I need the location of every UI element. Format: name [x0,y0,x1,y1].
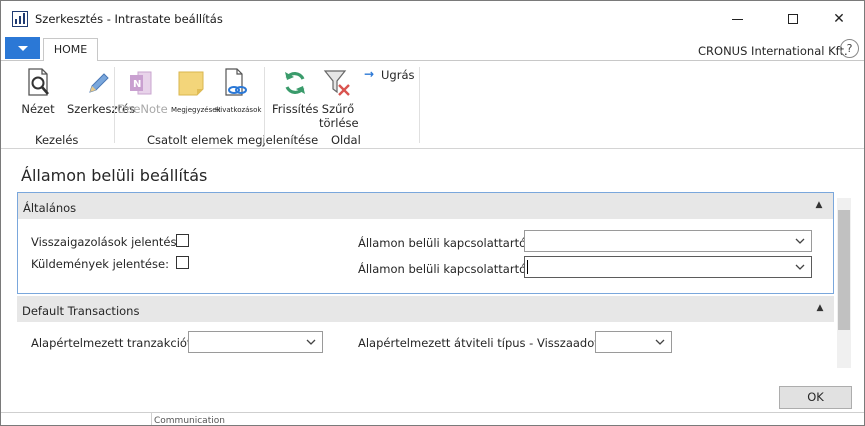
text-cursor [527,260,528,274]
sticky-note-icon [178,71,204,96]
goto-button[interactable]: → Ugrás [364,67,416,84]
confirmations-report-checkbox[interactable] [176,234,189,247]
shipments-report-label: Küldemények jelentése: [31,257,169,271]
confirmations-report-label: Visszaigazolások jelentése: [31,235,188,249]
refresh-icon [285,72,305,94]
help-icon[interactable]: ? [840,39,859,58]
vertical-scrollbar[interactable] [837,198,851,368]
collapse-up-icon[interactable]: ▲ [813,199,825,211]
ok-button[interactable]: OK [779,386,852,409]
close-button[interactable]: ✕ [816,5,862,33]
svg-text:N: N [133,79,141,90]
view-button-label: Nézet [21,102,55,116]
chevron-down-icon [795,238,805,244]
onenote-button-label: OneNote [117,102,168,116]
pencil-icon [89,73,109,93]
group-separator [419,67,420,143]
ribbon-tab-row: HOME CRONUS International Kft. ? [1,35,864,62]
collapse-up-icon[interactable]: ▲ [814,302,826,314]
title-bar: Szerkesztés - Intrastate beállítás ✕ [1,1,864,35]
fasttab-general-title: Általános [23,201,77,215]
dialog-window: Szerkesztés - Intrastate beállítás ✕ HOM… [0,0,865,426]
maximize-icon [788,14,798,24]
group-label-csatolt: Csatolt elemek megjelenítése [147,133,319,147]
background-communication-text: Communication [154,416,225,426]
tab-home[interactable]: HOME [43,38,98,62]
clear-filter-label-line2: törlése [319,116,359,130]
group-separator [264,67,265,143]
link-document-icon [225,68,247,96]
view-magnifier-icon [28,68,49,96]
links-button[interactable]: Hivatkozások [215,63,262,123]
links-button-label: Hivatkozások [215,106,262,114]
scrollbar-thumb[interactable] [838,210,850,330]
refresh-button[interactable]: Frissítés [272,63,318,123]
maximize-button[interactable] [770,5,816,33]
page-title: Államon belüli beállítás [21,166,208,185]
notes-button-label: Megjegyzések [171,106,221,114]
company-name[interactable]: CRONUS International Kft. [698,44,848,58]
page-content: Államon belüli beállítás Általános ▲ Vis… [1,150,864,426]
notes-button[interactable]: Megjegyzések [171,63,221,123]
fasttab-default-transactions-title: Default Transactions [22,304,140,318]
default-transport-type-dropdown[interactable] [595,331,672,353]
clear-filter-label: Szűrő törlése [319,102,359,130]
clear-filter-icon [323,70,350,96]
onenote-button[interactable]: N OneNote [117,63,168,123]
clear-filter-button[interactable]: Szűrő törlése [319,63,359,133]
minimize-button[interactable] [715,5,761,33]
close-icon: ✕ [833,11,845,27]
chevron-down-icon [795,264,805,270]
contact-type-dropdown[interactable] [524,230,812,252]
shipments-report-checkbox[interactable] [176,256,189,269]
refresh-button-label: Frissítés [272,102,319,116]
group-separator [114,67,115,143]
fasttab-default-transactions-header[interactable]: Default Transactions ▲ [17,296,834,322]
group-label-oldal: Oldal [331,133,361,147]
fasttab-general-header[interactable]: Általános ▲ [18,193,833,219]
minimize-icon [732,19,743,20]
app-menu-button[interactable] [5,37,40,59]
arrow-right-icon: → [364,67,375,81]
ribbon: Nézet Szerkesztés Kezelés N OneNote Megj… [1,61,864,149]
window-title: Szerkesztés - Intrastate beállítás [35,12,223,26]
contact-number-dropdown[interactable] [524,256,812,278]
clear-filter-label-line1: Szűrő [321,102,355,116]
default-transaction-type-dropdown[interactable] [188,331,323,353]
view-button[interactable]: Nézet [17,63,59,123]
chevron-down-icon [655,339,665,345]
chevron-down-icon [306,339,316,345]
onenote-icon: N [130,71,152,95]
background-page-strip: Communication [1,412,864,426]
group-label-kezeles: Kezelés [35,133,79,147]
app-chart-icon [12,11,28,27]
goto-label: Ugrás [381,68,415,82]
